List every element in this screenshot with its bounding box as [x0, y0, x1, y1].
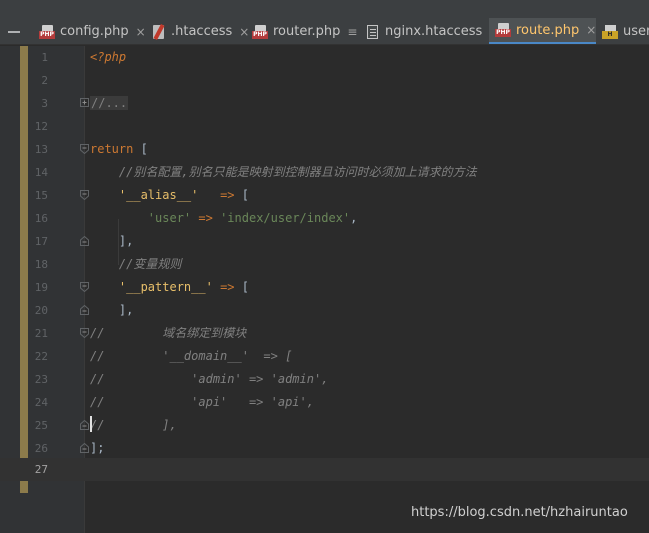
fold-end-icon[interactable] [80, 420, 89, 430]
fold-collapse-icon[interactable] [80, 190, 89, 200]
code-line: 26 ]; [34, 441, 105, 455]
fold-collapse-icon[interactable] [80, 328, 89, 338]
fold-collapse-icon[interactable] [80, 144, 89, 154]
tab-user[interactable]: H user [596, 18, 649, 44]
fold-expand-icon[interactable] [80, 98, 89, 108]
code-line: 2 [41, 74, 48, 87]
tab-router-php[interactable]: PHP router.php ≡ [246, 18, 357, 44]
code-line: 17 ], [34, 234, 134, 248]
tab-nginx-htaccess[interactable]: nginx.htaccess × [360, 18, 499, 44]
code-line: 19 '__pattern__' => [ [0, 276, 649, 299]
h-file-icon: H [602, 24, 618, 39]
window-top-strip [0, 0, 649, 18]
code-line: 13 return [ [0, 138, 649, 161]
code-line: 23 // 'admin' => 'admin', [34, 372, 329, 386]
code-text: 'user' => 'index/user/index', [147, 211, 358, 225]
tab-menu-icon[interactable] [8, 31, 20, 33]
collapsed-region[interactable]: //... [90, 96, 129, 110]
code-line: 25 // ], [34, 418, 177, 432]
tab-config-php[interactable]: PHP config.php × [33, 18, 146, 44]
php-file-icon: PHP [495, 23, 511, 37]
tab-label: router.php [273, 24, 341, 39]
tab-label: .htaccess [171, 24, 233, 39]
tab-label: config.php [60, 24, 129, 39]
htaccess-file-icon [152, 23, 166, 40]
text-caret [90, 416, 92, 432]
code-line: 3 //... [41, 96, 129, 110]
close-icon[interactable]: × [136, 25, 146, 39]
fold-end-icon[interactable] [80, 443, 89, 453]
code-line: 20 ], [34, 303, 134, 317]
code-line: 14 //别名配置,别名只能是映射到控制器且访问时必须加上请求的方法 [34, 165, 477, 179]
editor-tab-bar: PHP config.php × .htaccess × PHP router.… [0, 18, 649, 45]
code-line: 24 // 'api' => 'api', [34, 395, 314, 409]
code-line: 21 // 域名绑定到模块 [34, 326, 247, 340]
code-line: 16 'user' => 'index/user/index', [0, 207, 649, 230]
php-file-icon: PHP [252, 24, 268, 39]
tab-label: route.php [516, 22, 580, 38]
fold-end-icon[interactable] [80, 236, 89, 246]
tab-label: nginx.htaccess [385, 24, 483, 39]
code-line: 15 '__alias__' => [ [0, 184, 649, 207]
config-file-icon [366, 24, 380, 39]
tab-htaccess[interactable]: .htaccess × [146, 18, 249, 44]
code-line: 18 //变量规则 [34, 257, 182, 271]
code-line: 12 [34, 120, 48, 133]
code-text: '__alias__' => [ [118, 188, 249, 202]
close-icon[interactable]: × [586, 23, 596, 37]
fold-collapse-icon[interactable] [80, 282, 89, 292]
tab-options-icon[interactable]: ≡ [347, 25, 357, 39]
tab-route-php[interactable]: PHP route.php × [489, 18, 596, 44]
code-line: 22 // '__domain__' => [ [34, 349, 293, 363]
php-file-icon: PHP [39, 24, 55, 39]
code-line: 1 <?php [41, 50, 127, 64]
tab-label: user [623, 24, 649, 39]
fold-end-icon[interactable] [80, 305, 89, 315]
watermark: https://blog.csdn.net/hzhairuntao [411, 505, 628, 520]
code-text: return [ [90, 142, 148, 156]
code-line-current[interactable]: 27 [0, 458, 649, 481]
code-text: '__pattern__' => [ [118, 280, 249, 294]
